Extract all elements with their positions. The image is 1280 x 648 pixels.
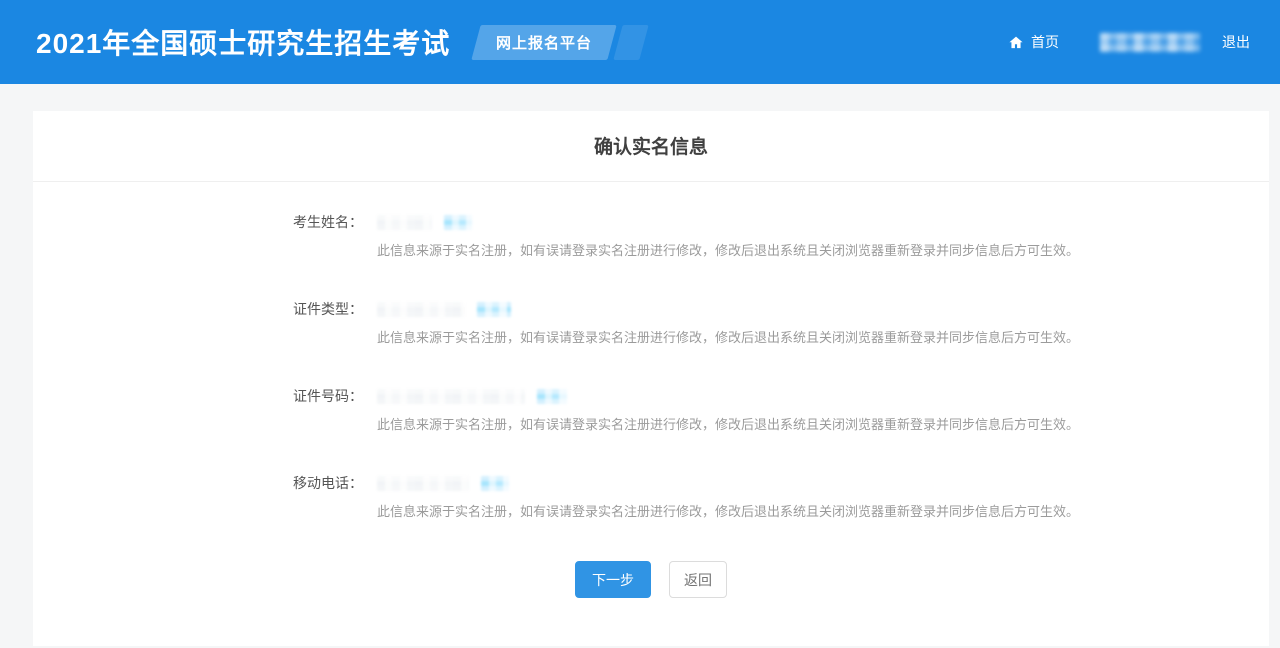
id-type-label: 证件类型： <box>33 300 363 346</box>
form-row-name: 考生姓名： 此信息来源于实名注册，如有误请登录实名注册进行修改，修改后退出系统且… <box>33 213 1269 259</box>
name-note: 此信息来源于实名注册，如有误请登录实名注册进行修改，修改后退出系统且关闭浏览器重… <box>377 242 1269 259</box>
form-actions: 下一步 返回 <box>33 561 1269 598</box>
id-type-modify-link-redacted[interactable] <box>477 302 511 317</box>
platform-badge: 网上报名平台 <box>472 25 617 60</box>
main-area: 确认实名信息 考生姓名： 此信息来源于实名注册，如有误请登录实名注册进行修改，修… <box>0 84 1280 646</box>
nav-home-label: 首页 <box>1031 32 1059 52</box>
platform-badge-label: 网上报名平台 <box>496 32 592 53</box>
page-title: 确认实名信息 <box>33 111 1269 182</box>
mobile-note: 此信息来源于实名注册，如有误请登录实名注册进行修改，修改后退出系统且关闭浏览器重… <box>377 503 1269 520</box>
form-row-mobile: 移动电话： 此信息来源于实名注册，如有误请登录实名注册进行修改，修改后退出系统且… <box>33 474 1269 520</box>
mobile-modify-link-redacted[interactable] <box>481 476 509 491</box>
page: { "header": { "title": "2021年全国硕士研究生招生考试… <box>0 0 1280 648</box>
confirm-card: 确认实名信息 考生姓名： 此信息来源于实名注册，如有误请登录实名注册进行修改，修… <box>33 111 1269 646</box>
name-label: 考生姓名： <box>33 213 363 259</box>
next-step-button[interactable]: 下一步 <box>575 561 651 598</box>
home-icon <box>1008 35 1024 50</box>
realname-info-form: 考生姓名： 此信息来源于实名注册，如有误请登录实名注册进行修改，修改后退出系统且… <box>33 182 1269 520</box>
nav-home-link[interactable]: 首页 <box>1008 32 1059 52</box>
back-button[interactable]: 返回 <box>669 561 727 598</box>
nav-logout-link[interactable]: 退出 <box>1222 32 1250 52</box>
mobile-label: 移动电话： <box>33 474 363 520</box>
form-row-id-number: 证件号码： 此信息来源于实名注册，如有误请登录实名注册进行修改，修改后退出系统且… <box>33 387 1269 433</box>
username-redacted <box>1100 33 1200 52</box>
id-number-modify-link-redacted[interactable] <box>537 389 567 404</box>
app-title: 2021年全国硕士研究生招生考试 <box>36 22 450 62</box>
id-type-note: 此信息来源于实名注册，如有误请登录实名注册进行修改，修改后退出系统且关闭浏览器重… <box>377 329 1269 346</box>
id-type-value-redacted <box>377 302 465 317</box>
id-number-label: 证件号码： <box>33 387 363 433</box>
mobile-value-redacted <box>377 476 469 491</box>
name-value-redacted <box>377 215 432 230</box>
id-number-value-redacted <box>377 389 525 404</box>
id-number-note: 此信息来源于实名注册，如有误请登录实名注册进行修改，修改后退出系统且关闭浏览器重… <box>377 416 1269 433</box>
form-row-id-type: 证件类型： 此信息来源于实名注册，如有误请登录实名注册进行修改，修改后退出系统且… <box>33 300 1269 346</box>
app-header: 2021年全国硕士研究生招生考试 网上报名平台 首页 退出 <box>0 0 1280 84</box>
header-nav: 首页 退出 <box>1008 32 1250 52</box>
name-modify-link-redacted[interactable] <box>444 215 472 230</box>
